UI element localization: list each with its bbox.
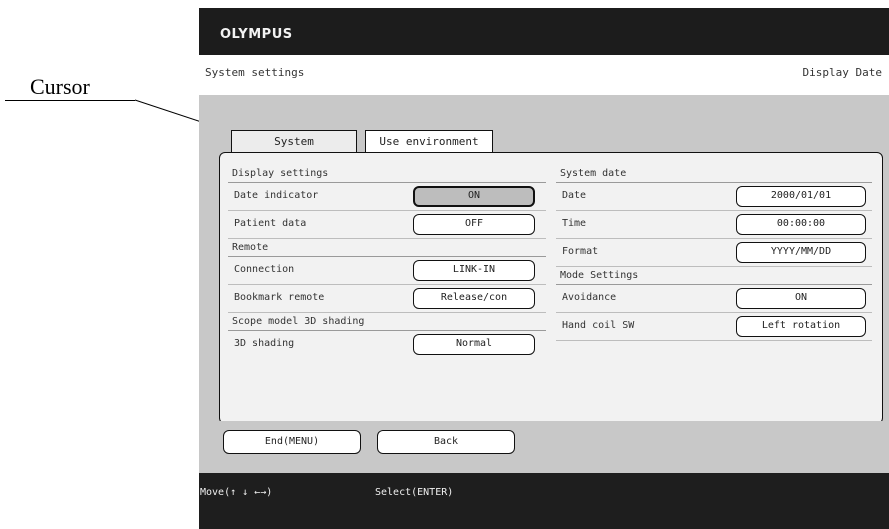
setting-row-connection: Connection LINK-IN xyxy=(228,257,546,285)
setting-label: Avoidance xyxy=(562,292,617,303)
avoidance-button[interactable]: ON xyxy=(736,288,866,309)
setting-label: 3D shading xyxy=(234,338,295,349)
key-hint-bar: Move(↑ ↓ ←→) Select(ENTER) xyxy=(199,473,889,529)
end-menu-button[interactable]: End(MENU) xyxy=(223,430,361,454)
left-column: Display settings Date indicator ON Patie… xyxy=(228,165,546,359)
group-title-remote: Remote xyxy=(228,239,546,257)
setting-row-date-indicator: Date indicator ON xyxy=(228,183,546,211)
setting-row-3d-shading: 3D shading Normal xyxy=(228,331,546,359)
format-button[interactable]: YYYY/MM/DD xyxy=(736,242,866,263)
setting-label: Patient data xyxy=(234,218,307,229)
move-hint: Move(↑ ↓ ←→) xyxy=(200,487,273,498)
cursor-callout-label: Cursor xyxy=(30,74,90,99)
setting-row-hand-coil-sw: Hand coil SW Left rotation xyxy=(556,313,872,341)
top-bar: OLYMPUS xyxy=(199,8,889,55)
date-button[interactable]: 2000/01/01 xyxy=(736,186,866,207)
time-button[interactable]: 00:00:00 xyxy=(736,214,866,235)
setting-label: Connection xyxy=(234,264,295,275)
tab-use-environment[interactable]: Use environment xyxy=(365,130,493,152)
setting-row-patient-data: Patient data OFF xyxy=(228,211,546,239)
setting-label: Hand coil SW xyxy=(562,320,635,331)
setting-row-date: Date 2000/01/01 xyxy=(556,183,872,211)
setting-row-avoidance: Avoidance ON xyxy=(556,285,872,313)
title-bar: System settings Display Date xyxy=(199,55,889,95)
group-title-display-settings: Display settings xyxy=(228,165,546,183)
page-title: System settings xyxy=(205,66,305,79)
setting-label: Date xyxy=(562,190,587,201)
settings-panel: Display settings Date indicator ON Patie… xyxy=(219,152,883,424)
connection-button[interactable]: LINK-IN xyxy=(413,260,535,281)
bookmark-remote-button[interactable]: Release/con xyxy=(413,288,535,309)
mode-indicator: Display Date xyxy=(802,66,882,79)
group-title-mode-settings: Mode Settings xyxy=(556,267,872,285)
setting-row-time: Time 00:00:00 xyxy=(556,211,872,239)
brand-logo: OLYMPUS xyxy=(220,27,293,42)
setting-label: Bookmark remote xyxy=(234,292,325,303)
setting-label: Date indicator xyxy=(234,190,319,201)
right-column: System date Date 2000/01/01 Time 00:00:0… xyxy=(556,165,872,341)
group-title-scope-model: Scope model 3D shading xyxy=(228,313,546,331)
select-hint: Select(ENTER) xyxy=(375,487,454,498)
device-screen: OLYMPUS System settings Display Date Sys… xyxy=(199,8,889,529)
callout-underline xyxy=(5,100,135,101)
3d-shading-button[interactable]: Normal xyxy=(413,334,535,355)
setting-label: Format xyxy=(562,246,599,257)
group-title-system-date: System date xyxy=(556,165,872,183)
tab-system[interactable]: System xyxy=(231,130,357,152)
setting-label: Time xyxy=(562,218,587,229)
setting-row-format: Format YYYY/MM/DD xyxy=(556,239,872,267)
setting-row-bookmark-remote: Bookmark remote Release/con xyxy=(228,285,546,313)
footer-button-area: End(MENU) Back xyxy=(199,421,889,473)
back-button[interactable]: Back xyxy=(377,430,515,454)
date-indicator-button[interactable]: ON xyxy=(413,186,535,207)
hand-coil-sw-button[interactable]: Left rotation xyxy=(736,316,866,337)
patient-data-button[interactable]: OFF xyxy=(413,214,535,235)
